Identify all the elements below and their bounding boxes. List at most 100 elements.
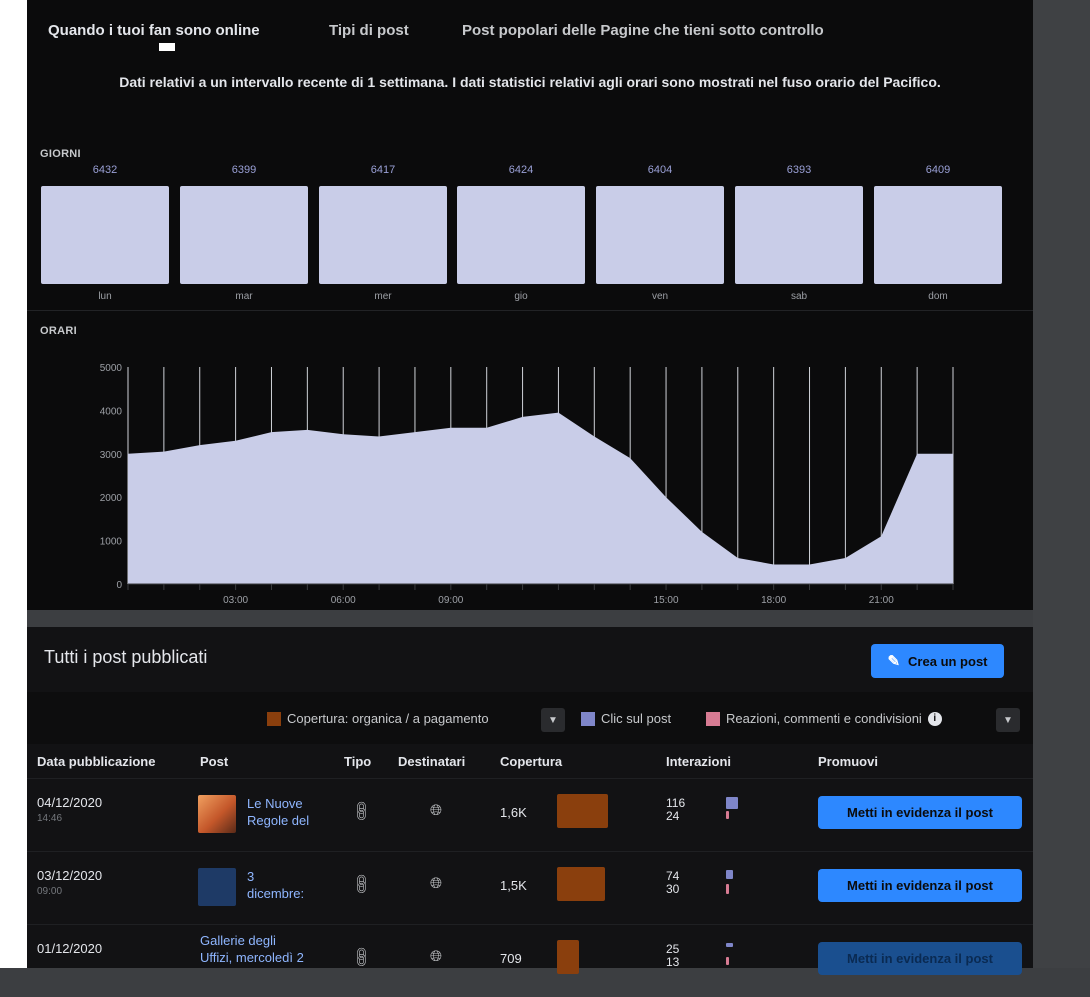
day-bar[interactable]: [457, 186, 585, 284]
interaction-count: 30: [666, 882, 680, 896]
legend-coverage-label: Copertura: organica / a pagamento: [287, 711, 489, 726]
day-bar[interactable]: [319, 186, 447, 284]
hours-area-chart: 0 1000 2000 3000 4000 5000 03:00 06:00 09:00 15:0…: [100, 363, 954, 606]
day-column-mer: 6417 mer: [319, 160, 447, 310]
day-column-sab: 6393 sab: [735, 160, 863, 310]
interaction-count: 24: [666, 809, 680, 823]
legend-coverage: Copertura: organica / a pagamento: [267, 711, 489, 726]
coverage-value: 1,5K: [500, 878, 527, 893]
tab-fans-online[interactable]: Quando i tuoi fan sono online: [48, 22, 260, 39]
post-date: 01/12/2020: [37, 941, 103, 956]
post-text-line[interactable]: Le Nuove: [247, 795, 317, 812]
coverage-value: 1,6K: [500, 805, 527, 820]
clicks-mini-bar: [726, 943, 733, 947]
right-scroll-area: [1033, 0, 1090, 968]
day-value: 6409: [925, 164, 951, 176]
y-tick-label: 5000: [100, 363, 123, 374]
x-tick-label: 06:00: [331, 595, 356, 606]
interactions-dropdown[interactable]: ▼: [996, 708, 1020, 732]
coverage-bar: [557, 794, 608, 828]
x-tick-label: 15:00: [654, 595, 679, 606]
day-name: mar: [235, 291, 253, 302]
coverage-value: 709: [500, 951, 522, 966]
day-bar[interactable]: [596, 186, 724, 284]
posts-title: Tutti i post pubblicati: [44, 647, 208, 667]
coverage-dropdown[interactable]: ▼: [541, 708, 565, 732]
days-label: GIORNI: [40, 148, 81, 160]
hours-area: [128, 412, 953, 584]
day-value: 6404: [647, 164, 673, 176]
y-tick-label: 4000: [100, 406, 123, 417]
hours-label: ORARI: [40, 325, 77, 337]
globe-icon: 🌐︎: [430, 875, 443, 892]
day-column-gio: 6424 gio: [457, 160, 585, 310]
interactions-values: 74 30: [666, 870, 679, 896]
divider: [27, 310, 1033, 311]
coverage-bar: [557, 940, 579, 974]
col-interactions[interactable]: Interazioni: [666, 754, 731, 769]
day-name: dom: [928, 291, 948, 302]
post-time: 14:46: [37, 813, 63, 824]
post-link[interactable]: Gallerie degli Uffizi, mercoledì 2: [200, 932, 330, 966]
post-text-line[interactable]: Gallerie degli: [200, 932, 330, 949]
reactions-mini-bar: [726, 811, 729, 819]
x-tick-label: 18:00: [761, 595, 786, 606]
boost-post-button[interactable]: Metti in evidenza il post: [818, 869, 1022, 902]
globe-icon: 🌐︎: [430, 948, 443, 965]
active-tab-indicator: [159, 43, 175, 51]
tab-popular-posts[interactable]: Post popolari delle Pagine che tieni sot…: [462, 22, 824, 39]
interaction-count: 13: [666, 955, 680, 969]
clicks-mini-bar: [726, 870, 733, 879]
day-name: lun: [98, 291, 112, 302]
post-thumbnail[interactable]: [198, 795, 236, 833]
y-tick-label: 1000: [100, 537, 123, 548]
y-tick-label: 3000: [100, 450, 123, 461]
create-post-button[interactable]: ✎ Crea un post: [871, 644, 1004, 678]
post-date: 04/12/2020: [37, 795, 103, 810]
create-post-label: Crea un post: [908, 653, 988, 669]
post-text-line[interactable]: 3: [247, 868, 317, 885]
legend-clicks-label: Clic sul post: [601, 711, 672, 726]
info-icon[interactable]: i: [927, 711, 942, 726]
day-bar[interactable]: [874, 186, 1002, 284]
legend-reactions-label: Reazioni, commenti e condivisioni: [726, 711, 922, 726]
boost-post-button[interactable]: Metti in evidenza il post: [818, 942, 1022, 975]
x-tick-label: 21:00: [869, 595, 894, 606]
col-coverage[interactable]: Copertura: [500, 754, 562, 769]
tab-post-types[interactable]: Tipi di post: [329, 22, 409, 39]
day-column-lun: 6432 lun: [41, 160, 169, 310]
post-link[interactable]: Le Nuove Regole del: [247, 795, 317, 829]
day-bar[interactable]: [180, 186, 308, 284]
day-value: 6399: [231, 164, 257, 176]
post-date: 03/12/2020: [37, 868, 103, 883]
interactions-values: 25 13: [666, 943, 679, 969]
col-audience: Destinatari: [398, 754, 466, 769]
legend-clicks: Clic sul post: [581, 711, 671, 726]
day-column-dom: 6409 dom: [874, 160, 1002, 310]
col-promote: Promuovi: [818, 754, 878, 769]
day-value: 6393: [786, 164, 812, 176]
day-name: mer: [374, 291, 392, 302]
day-value: 6424: [508, 164, 534, 176]
post-thumbnail[interactable]: [198, 868, 236, 906]
post-text-line[interactable]: Uffizi, mercoledì 2: [200, 949, 330, 966]
post-link[interactable]: 3 dicembre:: [247, 868, 317, 902]
day-bar[interactable]: [735, 186, 863, 284]
col-date[interactable]: Data pubblicazione: [37, 754, 155, 769]
clicks-mini-bar: [726, 797, 738, 809]
boost-post-button[interactable]: Metti in evidenza il post: [818, 796, 1022, 829]
x-tick-label: 03:00: [223, 595, 248, 606]
post-text-line[interactable]: dicembre:: [247, 885, 317, 902]
day-value: 6432: [92, 164, 118, 176]
post-time: 09:00: [37, 886, 63, 897]
y-tick-label: 0: [116, 580, 122, 591]
chevron-down-icon: ▼: [1003, 714, 1013, 726]
coverage-bar: [557, 867, 605, 901]
col-post: Post: [200, 754, 229, 769]
reactions-swatch: [706, 711, 720, 726]
post-text-line[interactable]: Regole del: [247, 812, 317, 829]
day-name: ven: [651, 291, 669, 302]
col-type: Tipo: [344, 754, 372, 769]
day-name: gio: [514, 291, 528, 302]
day-bar[interactable]: [41, 186, 169, 284]
